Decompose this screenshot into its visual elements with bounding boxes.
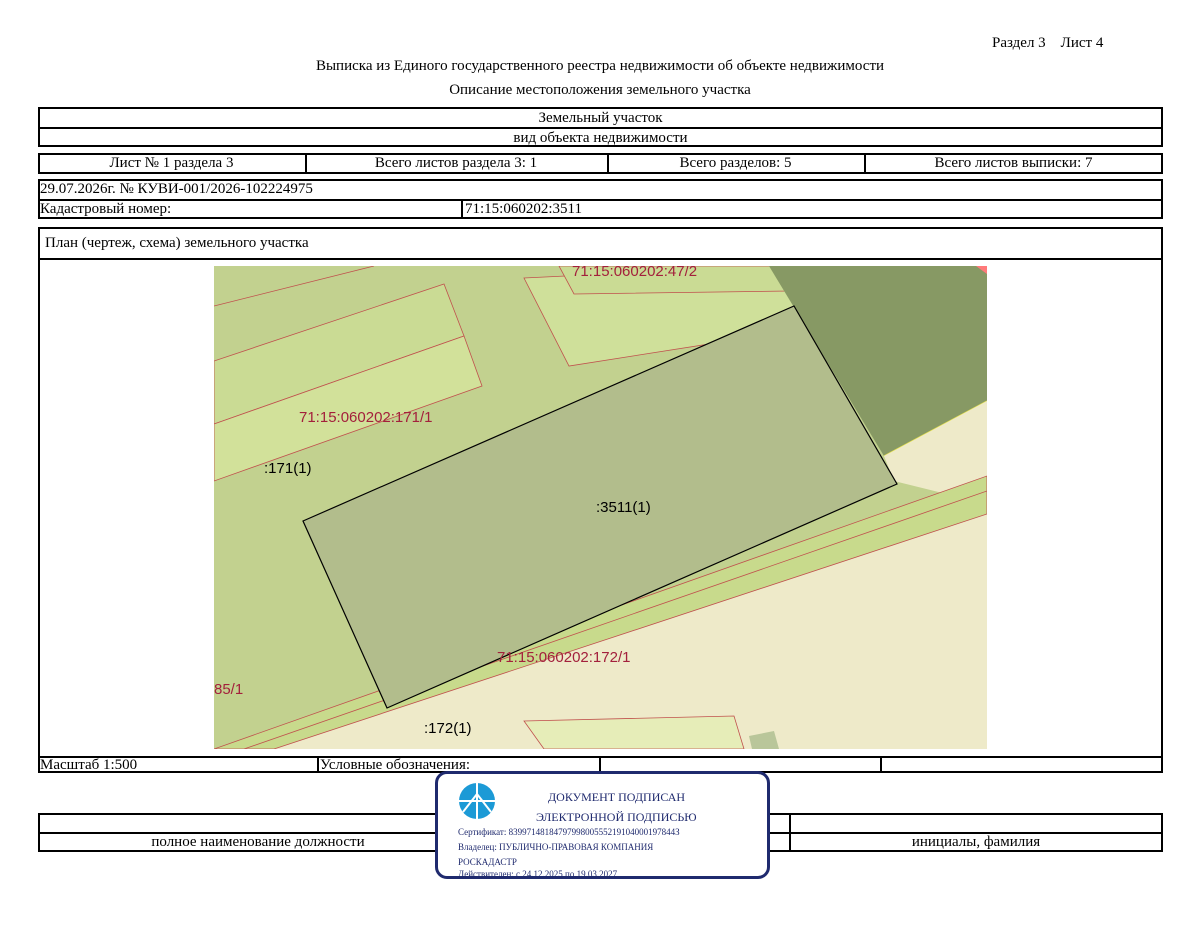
stamp-certificate: Сертификат: 8399714818479799800555219104…	[458, 827, 680, 837]
name-caption: инициалы, фамилия	[911, 834, 1041, 850]
object-type-value: Земельный участок	[538, 110, 663, 126]
cadastral-label: Кадастровый номер:	[40, 201, 172, 217]
record-date-number: 29.07.2026г. № КУВИ-001/2026-102224975	[40, 181, 313, 197]
rosreestr-logo-icon	[459, 783, 495, 819]
cadastral-map: 71:15:060202:47/2 71:15:060202:171/1 :17…	[214, 266, 987, 749]
cadastral-value: 71:15:060202:3511	[465, 201, 582, 217]
plan-heading: План (чертеж, схема) земельного участка	[45, 235, 309, 251]
section-sheet-label: Раздел 3 Лист 4	[992, 35, 1104, 51]
map-label-top-parcel: 71:15:060202:47/2	[572, 266, 697, 280]
map-label-bottom-parcel: 71:15:060202:172/1	[497, 649, 630, 666]
total-sections: Всего разделов: 5	[679, 155, 792, 171]
sheet-number: Лист № 1 раздела 3	[109, 155, 234, 171]
map-label-main: :3511(1)	[596, 499, 651, 516]
document-subtitle: Описание местоположения земельного участ…	[449, 82, 751, 98]
total-sheets: Всего листов выписки: 7	[934, 155, 1093, 171]
object-type-caption: вид объекта недвижимости	[513, 130, 688, 146]
stamp-line2: ЭЛЕКТРОННОЙ ПОДПИСЬЮ	[536, 810, 697, 824]
stamp-line1: ДОКУМЕНТ ПОДПИСАН	[548, 790, 686, 804]
total-section-sheets: Всего листов раздела 3: 1	[374, 155, 538, 171]
map-label-left-parcel: 71:15:060202:171/1	[299, 409, 432, 426]
e-signature-stamp: ДОКУМЕНТ ПОДПИСАН ЭЛЕКТРОННОЙ ПОДПИСЬЮ С…	[435, 771, 770, 879]
stamp-owner: Владелец: ПУБЛИЧНО-ПРАВОВАЯ КОМПАНИЯ	[458, 842, 654, 852]
map-label-bottom-short: :172(1)	[424, 720, 472, 737]
map-label-edge: 85/1	[214, 681, 243, 698]
position-caption: полное наименование должности	[151, 834, 365, 850]
stamp-owner-2: РОСКАДАСТР	[458, 857, 517, 867]
document-title: Выписка из Единого государственного реес…	[315, 58, 885, 74]
plan-scale: Масштаб 1:500	[40, 757, 138, 773]
map-label-left-short: :171(1)	[264, 460, 312, 477]
stamp-valid: Действителен: с 24.12.2025 по 19.03.2027	[458, 869, 618, 879]
